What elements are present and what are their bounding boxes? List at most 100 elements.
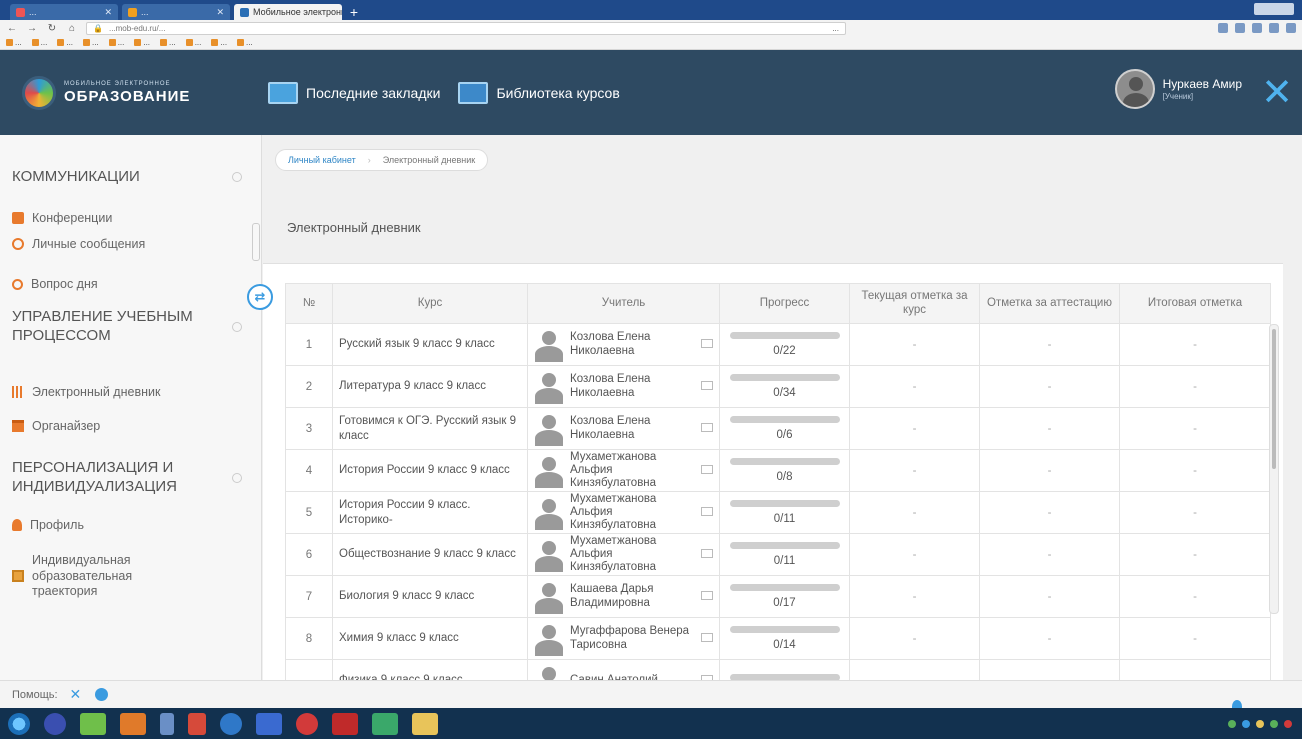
course-name[interactable]: Русский язык 9 класс 9 класс — [332, 323, 528, 366]
taskbar-app-icon[interactable] — [188, 712, 206, 735]
table-row[interactable]: 8 Химия 9 класс 9 класс Мугаффарова Венера… — [285, 617, 1271, 660]
course-name[interactable]: История России 9 класс 9 класс — [332, 449, 528, 492]
course-name[interactable]: Литература 9 класс 9 класс — [332, 365, 528, 408]
bookmark-item[interactable]: ... — [237, 38, 253, 47]
table-row[interactable]: 2 Литература 9 класс 9 класс Козлова Елена… — [285, 365, 1271, 408]
footer: Помощь: ✕ — [0, 680, 1302, 713]
breadcrumb-home-link[interactable]: Личный кабинет — [288, 155, 356, 165]
reload-icon[interactable]: ↻ — [46, 23, 58, 34]
tray-icon[interactable] — [1256, 719, 1264, 728]
menu-icon[interactable] — [1286, 23, 1296, 33]
bookmark-item[interactable]: ... — [185, 38, 201, 47]
sidebar-item-electronic-diary[interactable]: Электронный дневник — [12, 385, 160, 399]
new-tab-button[interactable]: + — [346, 4, 362, 20]
taskbar-app-icon[interactable] — [256, 712, 282, 735]
user-menu[interactable]: Нуркаев Амир [Ученик] — [1114, 69, 1242, 109]
table-row[interactable]: 3 Готовимся к ОГЭ. Русский язык 9 класс Ко… — [285, 407, 1271, 450]
sidebar-item-question-of-day[interactable]: Вопрос дня — [12, 277, 98, 291]
tray-icon[interactable] — [1242, 719, 1250, 728]
bookmark-item[interactable]: ... — [211, 38, 227, 47]
course-library-link[interactable]: Библиотека курсов — [458, 81, 620, 104]
bookmark-item[interactable]: ... — [108, 38, 124, 47]
message-teacher-icon[interactable] — [701, 591, 713, 600]
course-name[interactable]: Химия 9 класс 9 класс — [332, 617, 528, 660]
course-name[interactable]: Физика 9 класс 9 класс — [332, 659, 528, 680]
tray-icon[interactable] — [1228, 719, 1236, 728]
bookmark-item[interactable]: ... — [31, 38, 47, 47]
taskbar-app-icon[interactable] — [296, 712, 318, 735]
table-row[interactable]: 1 Русский язык 9 класс 9 класс Козлова Еле… — [285, 323, 1271, 366]
course-name[interactable]: Готовимся к ОГЭ. Русский язык 9 класс — [332, 407, 528, 450]
taskbar-app-icon[interactable] — [372, 712, 398, 735]
forward-arrow-icon[interactable]: → — [26, 23, 38, 34]
collapse-icon[interactable] — [232, 172, 242, 183]
collapse-icon[interactable] — [232, 322, 242, 332]
bookmark-item[interactable]: ... — [83, 38, 99, 47]
taskbar-app-icon[interactable] — [220, 712, 242, 735]
sidebar-section-personalization[interactable]: ПЕРСОНАЛИЗАЦИЯ И ИНДИВИДУАЛИЗАЦИЯ — [0, 458, 262, 498]
row-number: 1 — [285, 323, 333, 366]
info-icon[interactable] — [94, 688, 108, 701]
bookmark-item[interactable]: ... — [6, 38, 22, 47]
table-row[interactable]: 5 История России 9 класс. Историко- Мухаме… — [285, 491, 1271, 534]
taskbar-app-icon[interactable] — [160, 712, 174, 735]
extension-icon[interactable] — [1269, 23, 1279, 33]
extension-icon[interactable] — [1218, 23, 1228, 33]
sidebar-item-conferences[interactable]: Конференции — [12, 211, 112, 225]
zoom-level[interactable]: ... — [832, 23, 839, 34]
tab-close-icon[interactable]: ✕ — [216, 4, 224, 20]
extension-icon[interactable] — [1235, 23, 1245, 33]
collapse-icon[interactable] — [232, 473, 242, 483]
recent-bookmarks-link[interactable]: Последние закладки — [268, 81, 440, 104]
sidebar-section-learning[interactable]: УПРАВЛЕНИЕ УЧЕБНЫМ ПРОЦЕССОМ — [0, 307, 262, 347]
message-teacher-icon[interactable] — [701, 465, 713, 474]
course-cell-scrollbar[interactable] — [252, 223, 260, 261]
taskbar-app-icon[interactable] — [120, 712, 146, 735]
browser-tab-active[interactable]: Мобильное электронное о...✕ — [234, 4, 342, 20]
message-teacher-icon[interactable] — [701, 549, 713, 558]
close-icon[interactable]: ✕ — [1252, 50, 1302, 135]
extension-icon[interactable] — [1252, 23, 1262, 33]
taskbar-app-icon[interactable] — [44, 712, 66, 735]
message-teacher-icon[interactable] — [701, 381, 713, 390]
sidebar-item-trajectory[interactable]: Индивидуальная образовательная траектори… — [12, 553, 162, 600]
message-teacher-icon[interactable] — [701, 633, 713, 642]
table-row[interactable]: 6 Обществознание 9 класс 9 класс Мухаметжа… — [285, 533, 1271, 576]
browser-tab[interactable]: ... ✕ — [10, 4, 118, 20]
sidebar-item-profile[interactable]: Профиль — [12, 518, 84, 532]
tray-icon[interactable] — [1270, 719, 1278, 728]
table-scrollbar[interactable] — [1269, 324, 1279, 614]
table-row[interactable]: 7 Биология 9 класс 9 класс Кашаева Дарья В… — [285, 575, 1271, 618]
course-name[interactable]: Биология 9 класс 9 класс — [332, 575, 528, 618]
message-teacher-icon[interactable] — [701, 507, 713, 516]
sidebar-item-organizer[interactable]: Органайзер — [12, 419, 100, 433]
home-icon[interactable]: ⌂ — [66, 23, 78, 34]
bookmark-item[interactable]: ... — [57, 38, 73, 47]
message-teacher-icon[interactable] — [701, 423, 713, 432]
sidebar-toggle-arrows-icon[interactable]: ⇄ — [247, 284, 273, 310]
course-name[interactable]: Обществознание 9 класс 9 класс — [332, 533, 528, 576]
tab-close-icon[interactable]: ✕ — [104, 4, 112, 20]
message-teacher-icon[interactable] — [701, 339, 713, 348]
teacher-cell: Кашаева Дарья Владимировна — [527, 575, 720, 618]
site-logo[interactable]: МОБИЛЬНОЕ ЭЛЕКТРОННОЕ ОБРАЗОВАНИЕ — [0, 75, 250, 110]
table-row[interactable]: 4 История России 9 класс 9 класс Мухаметжа… — [285, 449, 1271, 492]
table-row[interactable]: Физика 9 класс 9 классСавин Анатолий — [285, 659, 1271, 680]
address-bar[interactable]: 🔒 ...mob-edu.ru/... ... — [86, 21, 846, 35]
bookmark-icon — [108, 39, 116, 46]
window-controls[interactable] — [1254, 3, 1294, 15]
start-button-icon[interactable] — [8, 712, 30, 735]
taskbar-app-icon[interactable] — [332, 712, 358, 735]
taskbar-app-icon[interactable] — [412, 712, 438, 735]
tools-icon[interactable]: ✕ — [70, 687, 83, 701]
sidebar: КОММУНИКАЦИИ Конференции Личные сообщени… — [0, 135, 262, 680]
back-arrow-icon[interactable]: ← — [6, 23, 18, 34]
sidebar-item-messages[interactable]: Личные сообщения — [12, 237, 145, 251]
bookmark-item[interactable]: ... — [134, 38, 150, 47]
browser-tab[interactable]: ... ✕ — [122, 4, 230, 20]
sidebar-section-communications[interactable]: КОММУНИКАЦИИ — [0, 168, 262, 187]
taskbar-app-icon[interactable] — [80, 712, 106, 735]
tray-icon[interactable] — [1284, 719, 1292, 728]
course-name[interactable]: История России 9 класс. Историко- — [332, 491, 528, 534]
bookmark-item[interactable]: ... — [160, 38, 176, 47]
